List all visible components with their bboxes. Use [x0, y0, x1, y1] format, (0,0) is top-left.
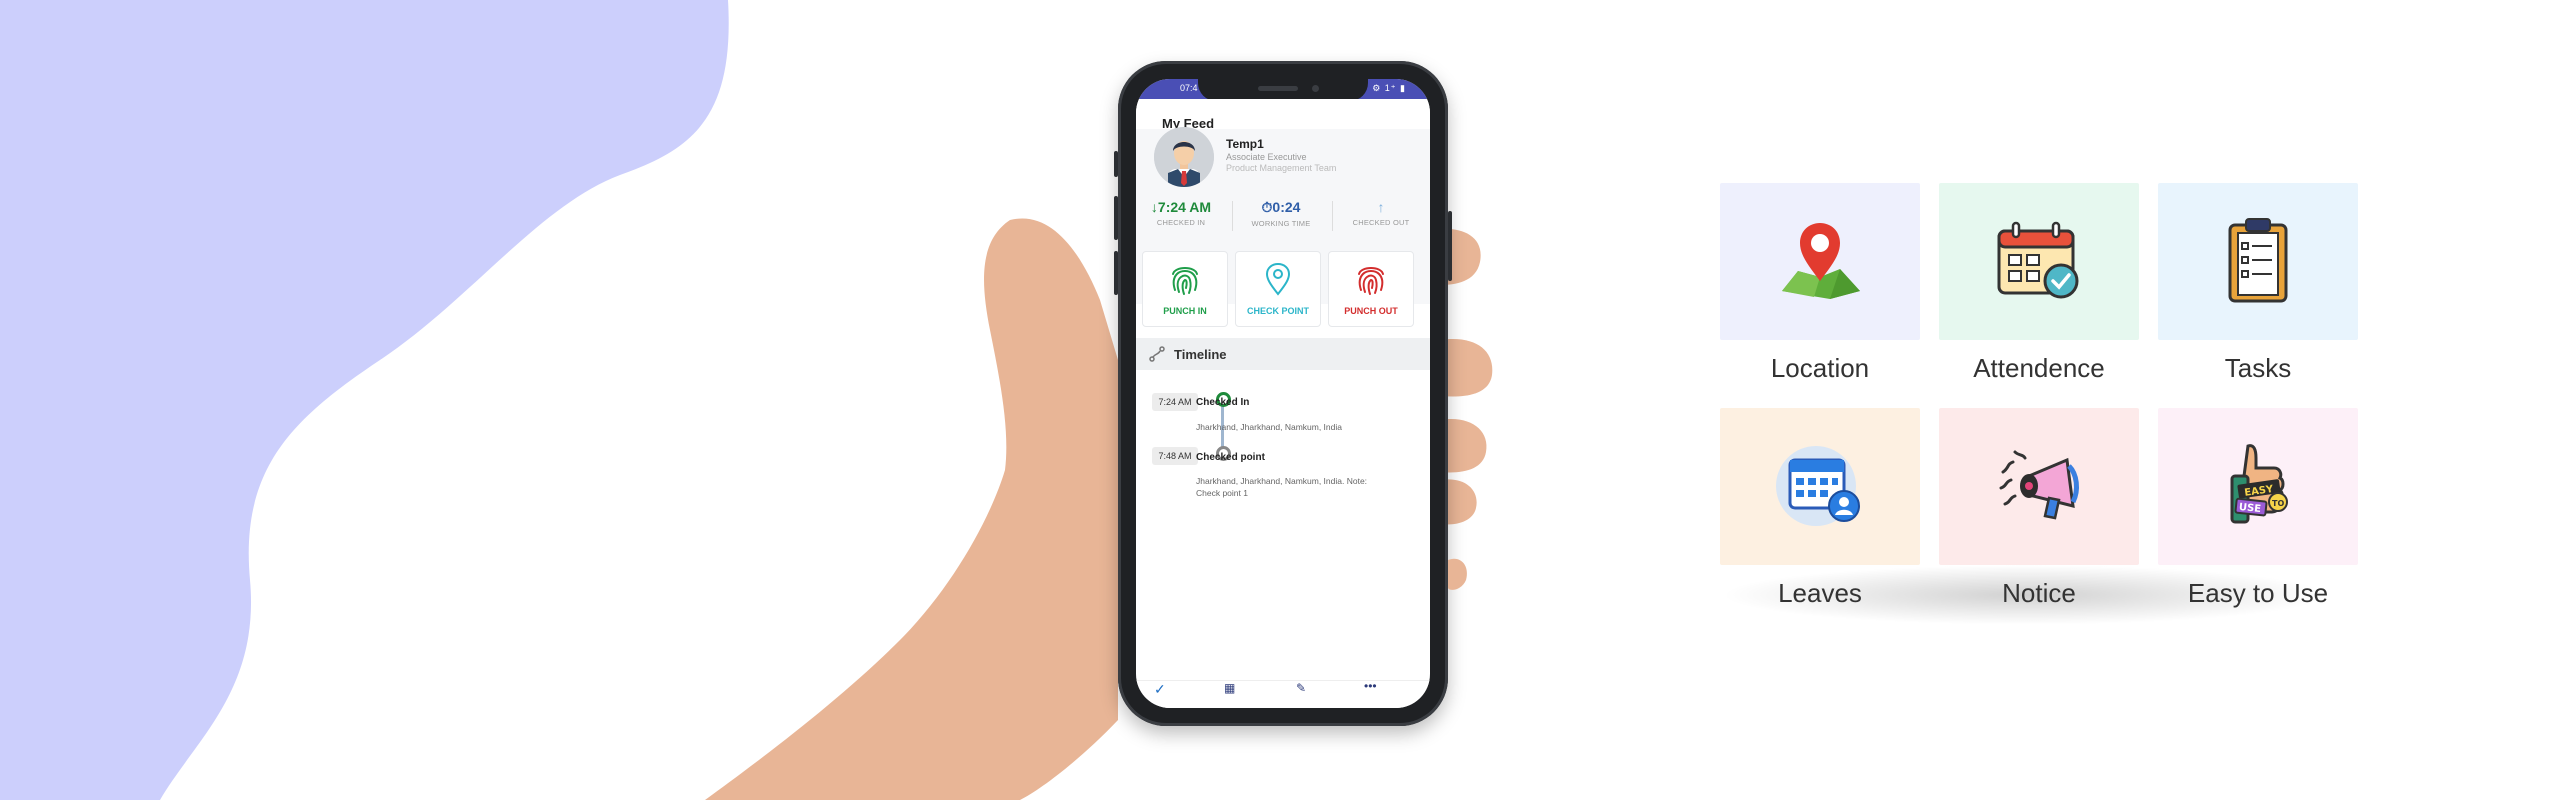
timeline-entry-address: Jharkhand, Jharkhand, Namkum, India — [1196, 422, 1342, 432]
bottom-navigation — [1136, 680, 1430, 708]
stat-checked-out: ↑ CHECKED OUT — [1336, 199, 1426, 227]
stat-working-time-value: ⏱0:24 — [1261, 199, 1301, 215]
calendar-check-icon — [1997, 221, 2079, 299]
feature-label: Easy to Use — [2187, 578, 2329, 608]
stat-divider — [1232, 201, 1233, 231]
map-pin-icon — [1782, 223, 1860, 299]
timeline-entry-address: Jharkhand, Jharkhand, Namkum, India. Not… — [1196, 476, 1368, 498]
punch-out-button[interactable]: PUNCH OUT — [1328, 251, 1414, 327]
profile-name: Temp1 — [1226, 137, 1264, 151]
feature-tile-leaves[interactable]: Leaves — [1720, 408, 1920, 608]
calendar-user-icon — [1776, 446, 1860, 526]
feature-label: Location — [1770, 353, 1870, 383]
timeline-time-badge: 7:24 AM — [1152, 393, 1198, 411]
feature-label: Attendence — [1973, 353, 2105, 383]
svg-text:TO: TO — [2272, 499, 2284, 508]
route-icon — [1149, 346, 1165, 362]
thumbs-up-easy-icon: EASY USE TO — [2230, 444, 2288, 524]
nav-tasks-icon[interactable]: ✎ — [1296, 681, 1306, 695]
profile-team: Product Management Team — [1226, 163, 1337, 173]
fingerprint-icon — [1358, 267, 1384, 295]
status-time: 07:4 — [1180, 83, 1198, 93]
stat-divider — [1332, 201, 1333, 231]
timeline-entry-title: Checked point — [1196, 452, 1265, 463]
feature-tile-attendance[interactable]: Attendence — [1939, 183, 2139, 383]
nav-more-icon[interactable]: ••• — [1364, 679, 1377, 693]
phone-screen: 07:4 ⚙ 1⁺ ▮ My Feed Temp1 Associate Exec… — [1136, 79, 1430, 708]
avatar[interactable] — [1154, 127, 1214, 187]
feature-tile-location[interactable]: Location — [1720, 183, 1920, 383]
phone-power-button — [1448, 211, 1452, 281]
svg-text:USE: USE — [2238, 502, 2261, 515]
feature-label: Tasks — [2224, 353, 2292, 383]
avatar-person-icon — [1154, 127, 1214, 187]
phone-side-button — [1114, 151, 1118, 177]
phone-volume-up — [1114, 196, 1118, 240]
check-point-button[interactable]: CHECK POINT — [1235, 251, 1321, 327]
feature-tile-easy-to-use[interactable]: EASY USE TO Easy to Use — [2158, 408, 2358, 608]
status-icons: ⚙ 1⁺ ▮ — [1372, 83, 1406, 93]
feature-label: Notice — [2002, 578, 2076, 608]
stat-checked-in: ↓7:24 AM CHECKED IN — [1136, 199, 1226, 227]
check-point-label: CHECK POINT — [1246, 306, 1309, 316]
phone-notch — [1198, 79, 1368, 101]
feature-tile-notice[interactable]: Notice — [1939, 408, 2139, 608]
speaker — [1258, 86, 1298, 91]
megaphone-icon — [1999, 450, 2079, 520]
feature-label: Leaves — [1778, 578, 1862, 608]
punch-in-label: PUNCH IN — [1163, 306, 1207, 316]
map-pin-outline-icon — [1265, 262, 1291, 296]
punch-in-button[interactable]: PUNCH IN — [1142, 251, 1228, 327]
nav-calendar-icon[interactable]: ▦ — [1224, 681, 1235, 695]
stat-working-time-label: WORKING TIME — [1251, 219, 1311, 228]
punch-out-label: PUNCH OUT — [1344, 306, 1398, 316]
camera — [1312, 85, 1319, 92]
timeline-time-badge: 7:48 AM — [1152, 447, 1198, 465]
stat-working-time: ⏱0:24 WORKING TIME — [1236, 199, 1326, 228]
stat-checked-out-label: CHECKED OUT — [1352, 218, 1410, 227]
phone-volume-down — [1114, 251, 1118, 295]
feature-tile-tasks[interactable]: Tasks — [2158, 183, 2358, 383]
phone-mockup: 07:4 ⚙ 1⁺ ▮ My Feed Temp1 Associate Exec… — [1114, 61, 1452, 726]
nav-feed-check-icon[interactable]: ✓ — [1154, 681, 1166, 698]
stat-checked-out-value: ↑ — [1377, 199, 1385, 215]
timeline-title: Timeline — [1174, 347, 1227, 362]
fingerprint-icon — [1172, 267, 1198, 295]
stat-checked-in-label: CHECKED IN — [1156, 218, 1206, 227]
clipboard-checklist-icon — [2228, 218, 2288, 303]
timeline-entry-title: Checked In — [1196, 397, 1250, 408]
stat-checked-in-value: ↓7:24 AM — [1150, 199, 1212, 215]
profile-role: Associate Executive — [1226, 152, 1307, 162]
